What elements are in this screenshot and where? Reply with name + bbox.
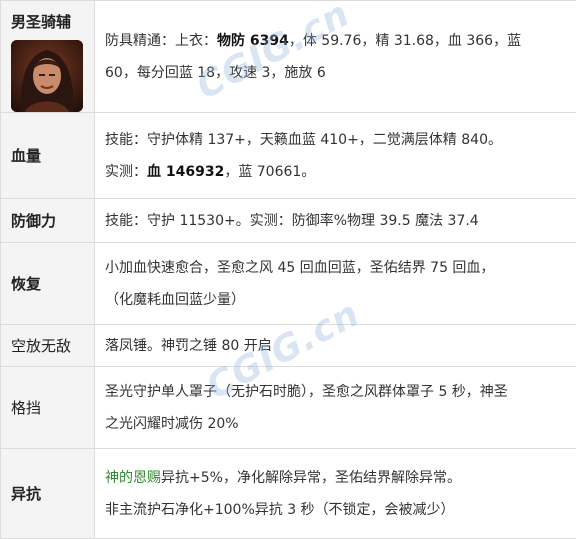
row-label-invincible: 空放无敌 bbox=[1, 325, 95, 367]
recovery-note-line: （化魔耗血回蓝少量） bbox=[105, 289, 566, 311]
table-row-block: 格挡 圣光守护单人罩子（无护石时脆），圣愈之风群体罩子 5 秒，神圣 之光闪耀时… bbox=[1, 367, 576, 449]
table-row-class: 男圣骑辅 bbox=[1, 1, 576, 113]
text-segment: ，蓝 70661。 bbox=[224, 164, 315, 180]
row-label-cell: 男圣骑辅 bbox=[1, 1, 95, 113]
hp-measured-line: 实测：血 146932，蓝 70661。 bbox=[105, 161, 566, 183]
table-row-invincible: 空放无敌 落凤锤。神罚之锤 80 开启 bbox=[1, 325, 576, 367]
table-row-resist: 异抗 神的恩赐异抗+5%，净化解除异常，圣佑结界解除异常。 非主流护石净化+10… bbox=[1, 449, 576, 539]
physical-defense-value: 物防 6394 bbox=[217, 33, 289, 49]
block-line-2: 之光闪耀时减伤 20% bbox=[105, 413, 566, 435]
character-portrait bbox=[11, 40, 83, 112]
table-row-defense: 防御力 技能：守护 11530+。实测：防御率%物理 39.5 魔法 37.4 bbox=[1, 199, 576, 243]
info-table: 男圣骑辅 bbox=[0, 0, 576, 539]
text-segment: 异抗+5%，净化解除异常，圣佑结界解除异常。 bbox=[161, 470, 461, 486]
text-segment: 实测： bbox=[105, 164, 147, 180]
text-segment: ，体 59.76，精 31.68，血 366，蓝 bbox=[289, 33, 521, 49]
table-row-hp: 血量 技能：守护体精 137+，天籁血蓝 410+，二觉满层体精 840。 实测… bbox=[1, 113, 576, 199]
resist-line-2: 非主流护石净化+100%异抗 3 秒（不锁定，会被减少） bbox=[105, 499, 566, 521]
defense-line: 技能：守护 11530+。实测：防御率%物理 39.5 魔法 37.4 bbox=[105, 210, 566, 232]
resist-line: 神的恩赐异抗+5%，净化解除异常，圣佑结界解除异常。 bbox=[105, 467, 566, 489]
armor-mastery-line: 防具精通：上衣：物防 6394，体 59.76，精 31.68，血 366，蓝 bbox=[105, 30, 566, 52]
row-content-cell: 圣光守护单人罩子（无护石时脆），圣愈之风群体罩子 5 秒，神圣 之光闪耀时减伤 … bbox=[95, 367, 576, 449]
skill-name-highlight: 神的恩赐 bbox=[105, 470, 161, 486]
hp-value: 血 146932 bbox=[147, 164, 224, 180]
text-segment: 防具精通：上衣： bbox=[105, 33, 217, 49]
row-label-defense: 防御力 bbox=[1, 199, 95, 243]
row-label-recovery: 恢复 bbox=[1, 243, 95, 325]
row-content-cell: 落凤锤。神罚之锤 80 开启 bbox=[95, 325, 576, 367]
row-label-block: 格挡 bbox=[1, 367, 95, 449]
armor-mastery-line-2: 60，每分回蓝 18，攻速 3，施放 6 bbox=[105, 62, 566, 84]
row-content-cell: 技能：守护体精 137+，天籁血蓝 410+，二觉满层体精 840。 实测：血 … bbox=[95, 113, 576, 199]
table-row-recovery: 恢复 小加血快速愈合，圣愈之风 45 回血回蓝，圣佑结界 75 回血， （化魔耗… bbox=[1, 243, 576, 325]
row-label-resist: 异抗 bbox=[1, 449, 95, 539]
row-label-class: 男圣骑辅 bbox=[11, 11, 94, 32]
portrait-image bbox=[11, 40, 83, 112]
row-content-cell: 防具精通：上衣：物防 6394，体 59.76，精 31.68，血 366，蓝 … bbox=[95, 1, 576, 113]
row-content-cell: 技能：守护 11530+。实测：防御率%物理 39.5 魔法 37.4 bbox=[95, 199, 576, 243]
invincible-line: 落凤锤。神罚之锤 80 开启 bbox=[105, 335, 566, 357]
row-content-cell: 小加血快速愈合，圣愈之风 45 回血回蓝，圣佑结界 75 回血， （化魔耗血回蓝… bbox=[95, 243, 576, 325]
block-line: 圣光守护单人罩子（无护石时脆），圣愈之风群体罩子 5 秒，神圣 bbox=[105, 381, 566, 403]
row-label-hp: 血量 bbox=[1, 113, 95, 199]
row-content-cell: 神的恩赐异抗+5%，净化解除异常，圣佑结界解除异常。 非主流护石净化+100%异… bbox=[95, 449, 576, 539]
recovery-line: 小加血快速愈合，圣愈之风 45 回血回蓝，圣佑结界 75 回血， bbox=[105, 257, 566, 279]
hp-skill-line: 技能：守护体精 137+，天籁血蓝 410+，二觉满层体精 840。 bbox=[105, 129, 566, 151]
